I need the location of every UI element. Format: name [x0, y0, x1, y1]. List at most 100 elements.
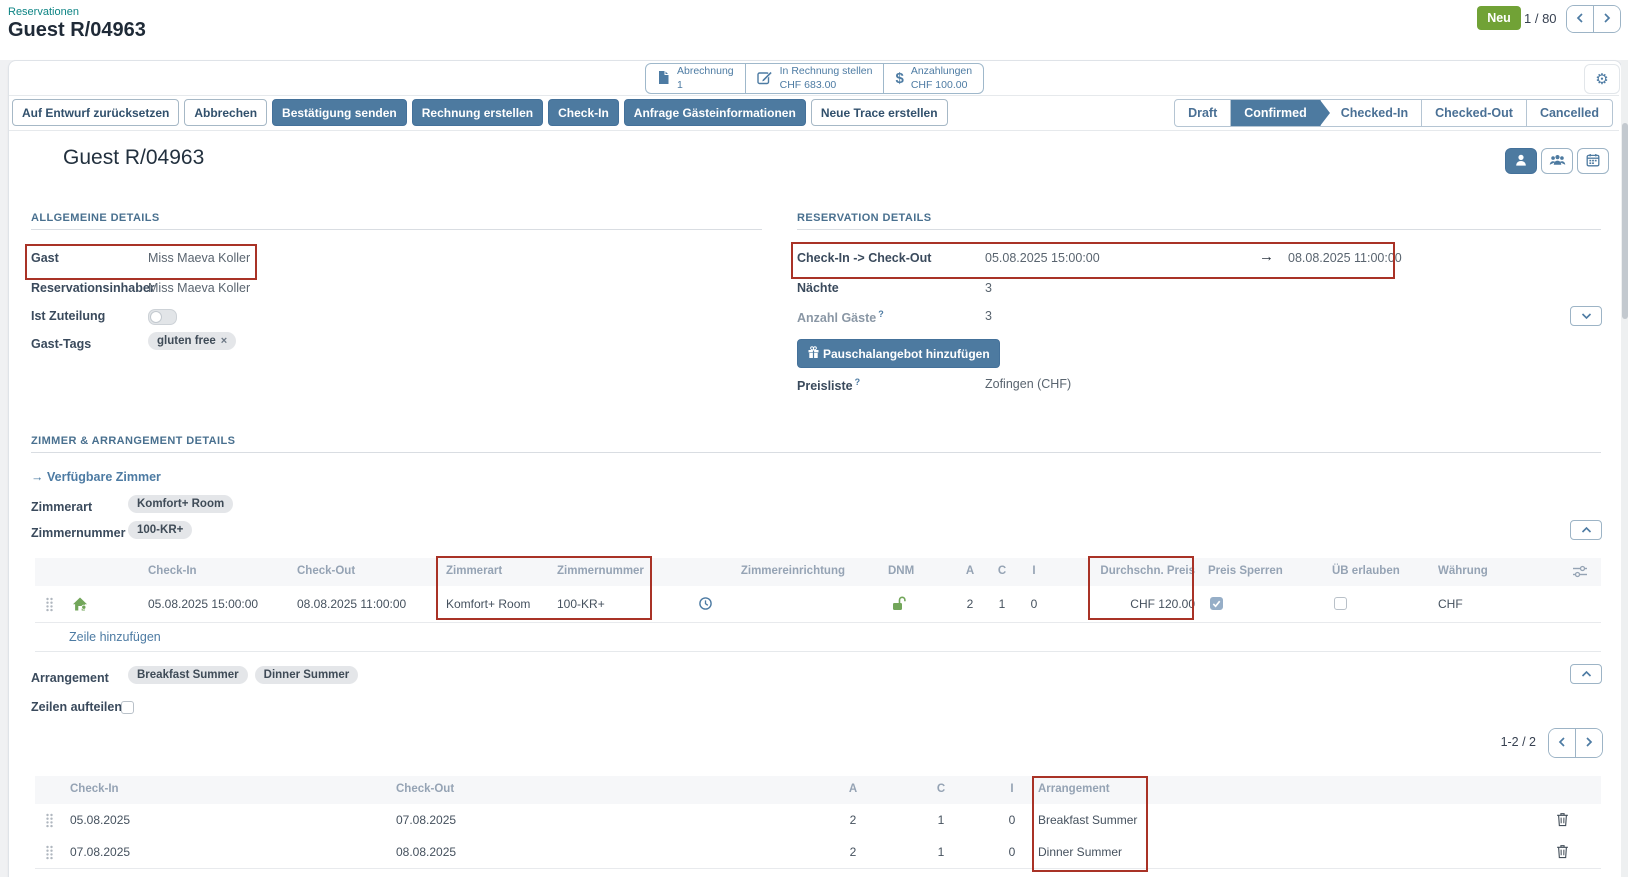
room-equipment-icon[interactable]	[698, 596, 713, 614]
add-line-link[interactable]: Zeile hinzufügen	[69, 630, 161, 644]
cell-check-in[interactable]: 05.08.2025	[70, 813, 130, 827]
col-room-number[interactable]: Zimmernummer	[557, 565, 644, 577]
status-checked-out[interactable]: Checked-Out	[1421, 100, 1526, 126]
cancel-button[interactable]: Abbrechen	[184, 99, 267, 126]
unlock-icon[interactable]	[890, 595, 906, 615]
col-adults[interactable]: A	[843, 783, 863, 795]
room-number-tag[interactable]: 100-KR+	[128, 521, 192, 539]
col-check-out[interactable]: Check-Out	[297, 565, 355, 577]
col-children[interactable]: C	[931, 783, 951, 795]
cell-currency[interactable]: CHF	[1438, 597, 1463, 611]
arrangement-tag[interactable]: Breakfast Summer	[128, 666, 248, 684]
status-cancelled[interactable]: Cancelled	[1526, 100, 1612, 126]
col-check-in[interactable]: Check-In	[148, 565, 197, 577]
pricelist-value[interactable]: Zofingen (CHF)	[985, 377, 1071, 391]
cell-room-type[interactable]: Komfort+ Room	[446, 597, 530, 611]
group-view-button[interactable]	[1541, 148, 1573, 174]
scrollbar-track[interactable]	[1621, 60, 1628, 877]
prev-page-button[interactable]	[1549, 729, 1575, 757]
send-confirmation-button[interactable]: Bestätigung senden	[272, 99, 407, 126]
cell-room-number[interactable]: 100-KR+	[557, 597, 605, 611]
col-children[interactable]: C	[992, 565, 1012, 577]
arrangement-tag[interactable]: Dinner Summer	[255, 666, 359, 684]
cell-check-out[interactable]: 08.08.2025	[396, 845, 456, 859]
guest-tag[interactable]: gluten free ×	[148, 332, 236, 350]
expand-guests-button[interactable]	[1570, 306, 1602, 326]
col-room-equipment[interactable]: Zimmereinrichtung	[660, 565, 845, 577]
col-arrangement[interactable]: Arrangement	[1038, 783, 1110, 795]
trash-icon[interactable]	[1556, 844, 1569, 862]
tag-close-icon[interactable]: ×	[221, 335, 227, 347]
settings-button[interactable]: ⚙	[1584, 64, 1620, 94]
col-infants[interactable]: I	[1024, 565, 1044, 577]
request-guest-info-button[interactable]: Anfrage Gästeinformationen	[624, 99, 806, 126]
reset-to-draft-button[interactable]: Auf Entwurf zurücksetzen	[12, 99, 179, 126]
guest-view-button[interactable]	[1505, 148, 1537, 174]
cell-adults[interactable]: 2	[843, 813, 863, 827]
reservation-holder-value[interactable]: Miss Maeva Koller	[148, 281, 250, 295]
col-adults[interactable]: A	[960, 565, 980, 577]
overbooking-checkbox[interactable]	[1334, 597, 1347, 610]
collapse-room-table-button[interactable]	[1570, 520, 1602, 540]
available-rooms-link[interactable]: → Verfügbare Zimmer	[31, 470, 161, 484]
drag-handle-icon[interactable]	[45, 845, 54, 863]
is-allocation-toggle[interactable]	[148, 309, 177, 325]
new-trace-button[interactable]: Neue Trace erstellen	[811, 99, 948, 126]
cell-children[interactable]: 1	[931, 845, 951, 859]
cell-adults[interactable]: 2	[960, 597, 980, 611]
split-lines-checkbox[interactable]	[121, 701, 134, 714]
stat-invoice-button[interactable]: In Rechnung stellenCHF 683.00	[745, 64, 884, 93]
cell-check-in[interactable]: 07.08.2025	[70, 845, 130, 859]
stat-abrechnung-button[interactable]: Abrechnung1	[646, 64, 745, 93]
arrangement-row[interactable]: 07.08.2025 08.08.2025 2 1 0 Dinner Summe…	[35, 836, 1601, 869]
drag-handle-icon[interactable]	[45, 597, 54, 615]
cell-adults[interactable]: 2	[843, 845, 863, 859]
trash-icon[interactable]	[1556, 812, 1569, 830]
status-draft[interactable]: Draft	[1175, 100, 1230, 126]
cell-children[interactable]: 1	[992, 597, 1012, 611]
house-icon[interactable]	[72, 596, 88, 615]
stat-deposits-button[interactable]: $ AnzahlungenCHF 100.00	[883, 64, 983, 93]
cell-infants[interactable]: 0	[1024, 597, 1044, 611]
col-currency[interactable]: Währung	[1438, 565, 1488, 577]
col-check-out[interactable]: Check-Out	[396, 783, 454, 795]
checkout-value[interactable]: 08.08.2025 11:00:00	[1288, 251, 1402, 265]
col-room-type[interactable]: Zimmerart	[446, 565, 502, 577]
drag-handle-icon[interactable]	[45, 813, 54, 831]
add-package-button[interactable]: Pauschalangebot hinzufügen	[797, 339, 1000, 368]
cell-infants[interactable]: 0	[1002, 845, 1022, 859]
cell-arrangement[interactable]: Dinner Summer	[1038, 845, 1122, 859]
guest-value[interactable]: Miss Maeva Koller	[148, 251, 250, 265]
cell-arrangement[interactable]: Breakfast Summer	[1038, 813, 1137, 827]
cell-check-in[interactable]: 05.08.2025 15:00:00	[148, 597, 258, 611]
new-button[interactable]: Neu	[1477, 6, 1521, 30]
next-page-button[interactable]	[1575, 729, 1602, 757]
prev-record-button[interactable]	[1567, 6, 1593, 32]
check-in-button[interactable]: Check-In	[548, 99, 619, 126]
room-table-row[interactable]: 05.08.2025 15:00:00 08.08.2025 11:00:00 …	[35, 586, 1601, 623]
col-dnm[interactable]: DNM	[888, 565, 914, 577]
price-lock-checkbox[interactable]	[1210, 597, 1223, 610]
create-invoice-button[interactable]: Rechnung erstellen	[412, 99, 543, 126]
arrangement-row[interactable]: 05.08.2025 07.08.2025 2 1 0 Breakfast Su…	[35, 804, 1601, 837]
collapse-arrangement-button[interactable]	[1570, 664, 1602, 684]
breadcrumb[interactable]: Reservationen	[8, 6, 79, 18]
col-check-in[interactable]: Check-In	[70, 783, 119, 795]
cell-check-out[interactable]: 07.08.2025	[396, 813, 456, 827]
col-price-lock[interactable]: Preis Sperren	[1208, 565, 1283, 577]
col-avg-price[interactable]: Durchschn. Preis	[1095, 565, 1195, 577]
cell-infants[interactable]: 0	[1002, 813, 1022, 827]
room-type-tag[interactable]: Komfort+ Room	[128, 495, 233, 513]
col-overbooking[interactable]: ÜB erlauben	[1332, 565, 1400, 577]
checkin-value[interactable]: 05.08.2025 15:00:00	[985, 251, 1100, 265]
scrollbar-thumb[interactable]	[1622, 123, 1628, 319]
next-record-button[interactable]	[1593, 6, 1620, 32]
calendar-view-button[interactable]	[1577, 148, 1609, 174]
adjust-columns-icon[interactable]	[1572, 565, 1588, 581]
status-confirmed[interactable]: Confirmed	[1230, 100, 1320, 126]
cell-check-out[interactable]: 08.08.2025 11:00:00	[297, 597, 406, 611]
cell-children[interactable]: 1	[931, 813, 951, 827]
col-infants[interactable]: I	[1002, 783, 1022, 795]
status-checked-in[interactable]: Checked-In	[1320, 100, 1421, 126]
cell-avg-price[interactable]: CHF 120.00	[1095, 597, 1195, 611]
